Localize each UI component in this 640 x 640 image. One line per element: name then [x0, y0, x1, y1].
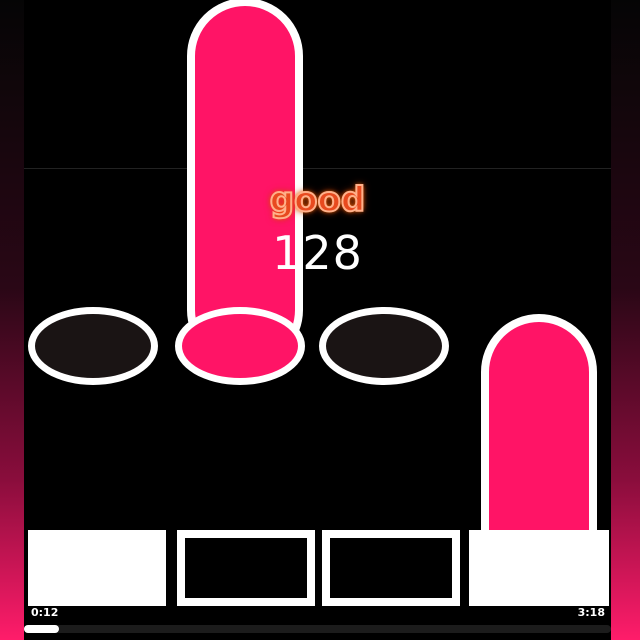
lane-pad-2[interactable]	[177, 530, 315, 606]
lane-pad-4[interactable]	[469, 530, 609, 606]
playfield: good 128 0:12 3:18	[24, 0, 611, 640]
lane-pad-1[interactable]	[28, 530, 166, 606]
hold-note-lane-4	[481, 314, 597, 552]
receptor-lane-2-hit	[175, 307, 305, 385]
elapsed-time: 0:12	[31, 606, 59, 619]
lane-divider-line	[24, 168, 611, 169]
judgement-text: good	[269, 179, 366, 221]
song-progress-bar[interactable]	[24, 625, 611, 633]
receptor-lane-1	[28, 307, 158, 385]
song-progress-fill	[24, 625, 60, 633]
combo-counter: 128	[272, 226, 363, 280]
lane-pad-3[interactable]	[322, 530, 460, 606]
total-time: 3:18	[577, 606, 605, 619]
receptor-lane-3	[319, 307, 449, 385]
